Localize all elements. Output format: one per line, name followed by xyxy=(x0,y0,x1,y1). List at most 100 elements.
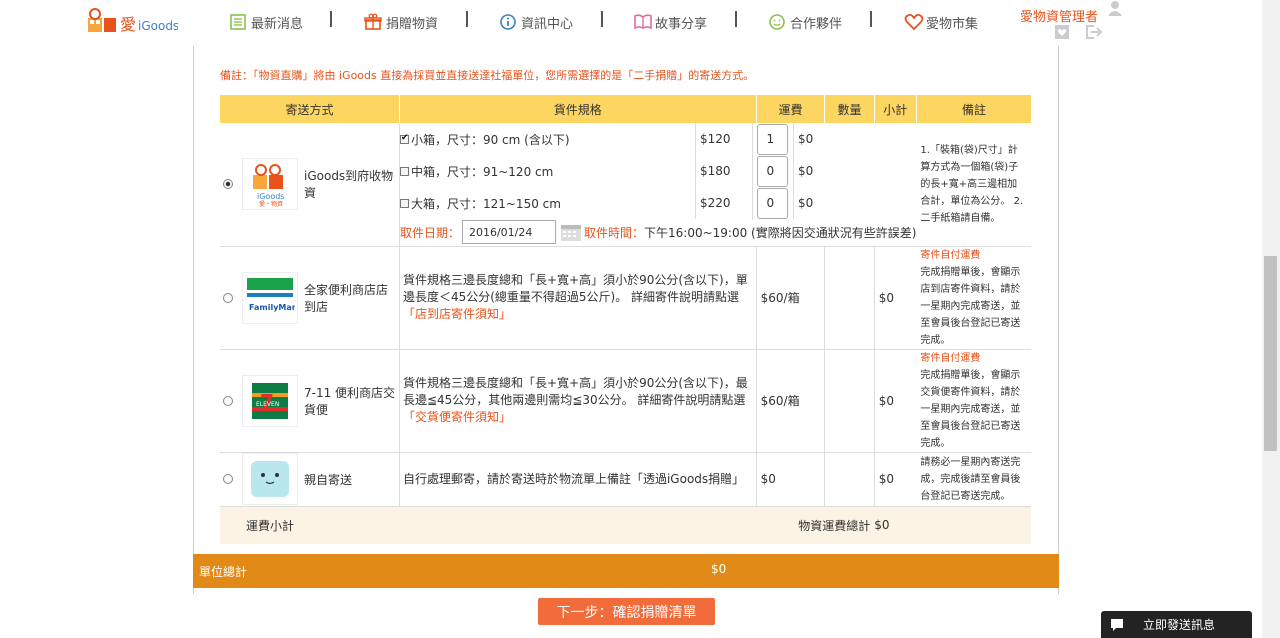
svg-text:愛: 愛 xyxy=(120,15,136,34)
remark-title: 寄件自付運費 xyxy=(920,352,981,364)
method-radio-familymart[interactable] xyxy=(223,292,233,303)
nav-label: 合作夥伴 xyxy=(790,16,843,32)
scrollbar-thumb[interactable] xyxy=(1264,256,1277,451)
spec-description: 貨件規格三邊長度總和「長+寬+高」須小於90公分(含以下)，單邊長度＜45公分(… xyxy=(402,273,748,304)
book-icon xyxy=(633,13,652,31)
mascot-logo xyxy=(242,453,298,505)
freight-total-value: $0 xyxy=(874,506,917,544)
subtotal-value: $0 xyxy=(797,196,814,211)
method-radio-711[interactable] xyxy=(223,395,233,406)
nav-divider xyxy=(735,11,737,27)
pickup-time-label: 取件時間： xyxy=(583,225,644,240)
method-radio-igoods[interactable] xyxy=(223,179,233,190)
nav-divider xyxy=(870,11,872,27)
nav-label: 愛物市集 xyxy=(926,16,979,32)
familymart-logo: FamilyMart xyxy=(242,271,298,324)
remark-title: 寄件自付運費 xyxy=(920,249,981,261)
remark-text: 1.「裝箱(袋)尺寸」計算方式為一個箱(袋)子的長+寬+高三邊相加合計，單位為公… xyxy=(920,144,1024,224)
nav-label: 捐贈物資 xyxy=(386,16,439,32)
freight-price: $220 xyxy=(699,196,731,211)
method-label: 親自寄送 xyxy=(304,472,353,487)
subtotal-value: $0 xyxy=(874,452,917,507)
news-icon xyxy=(229,13,247,31)
quantity-input[interactable]: 0 xyxy=(757,187,789,219)
freight-total-label: 物資運費總計 xyxy=(399,506,875,544)
nav-info[interactable]: 資訊中心 xyxy=(499,10,573,34)
remark-text: 完成捐贈單後，會顯示店到店寄件資料，請於一星期內完成寄送，並至會員後台登記已寄送… xyxy=(920,266,1021,346)
unit-total-label: 單位總計 xyxy=(199,565,248,579)
nav-divider xyxy=(601,11,603,27)
freight-subtotal-row: 運費小計 物資運費總計 $0 xyxy=(220,506,1031,544)
table-row: 親自寄送 自行處理郵寄，請於寄送時於物流單上備註「透過iGoods捐贈」 $0 … xyxy=(220,452,1031,507)
table-row: 7 ELEVEN 7-11 便利商店交貨便 貨件規格三邊長度總和「長+寬+高」須小… xyxy=(220,349,1031,453)
nav-market[interactable]: 愛物市集 xyxy=(904,10,978,34)
user-icon[interactable] xyxy=(1107,0,1123,20)
nav-divider xyxy=(330,11,332,27)
nav-divider xyxy=(466,11,468,27)
table-row: FamilyMart 全家便利商店店到店 貨件規格三邊長度總和「長+寬+高」須小… xyxy=(220,246,1031,350)
col-header-spec: 貨件規格 xyxy=(399,95,757,123)
freight-price: $0 xyxy=(756,452,826,507)
chat-label: 立即發送訊息 xyxy=(1143,618,1216,632)
nav-news[interactable]: 最新消息 xyxy=(229,10,303,34)
logout-icon[interactable] xyxy=(1085,24,1103,44)
gift-icon xyxy=(364,13,382,31)
familymart-guide-link[interactable]: 「店到店寄件須知」 xyxy=(403,307,511,321)
remark-text: 完成捐贈單後，會顯示交貨便寄件資料，請於一星期內完成寄送，並至會員後台登記已寄送… xyxy=(920,369,1021,449)
col-header-method: 寄送方式 xyxy=(220,95,400,123)
remark-text: 請務必一星期內寄送完成，完成後請至會員後台登記已寄送完成。 xyxy=(920,456,1021,502)
spec-description: 自行處理郵寄，請於寄送時於物流單上備註「透過iGoods捐贈」 xyxy=(402,471,745,486)
quantity-input[interactable]: 0 xyxy=(757,155,789,187)
nav-donate[interactable]: 捐贈物資 xyxy=(364,10,438,34)
igoods-logo: iGoods 愛・物資 xyxy=(242,158,298,211)
spec-description: 貨件規格三邊長度總和「長+寬+高」須小於90公分(含以下)，最長邊≦45公分，其… xyxy=(402,376,748,407)
pickup-time-value: 下午16:00~19:00 (實際將因交通狀況有些許誤差) xyxy=(644,225,917,240)
col-header-remark: 備註 xyxy=(916,95,1031,123)
table-row: iGoods愛・物資 iGoods到府收物資 小箱，尺寸：90 cm (含以下)… xyxy=(220,123,1031,247)
svg-text:ELEVEN: ELEVEN xyxy=(256,401,279,408)
shipping-note: 備註：「物資直購」將由 iGoods 直接為採買並直接送達社福單位，您所需選擇的… xyxy=(220,69,755,82)
chat-button[interactable]: 立即發送訊息 xyxy=(1101,611,1252,638)
calendar-icon[interactable] xyxy=(560,222,582,242)
pickup-date-input[interactable]: 2016/01/24 xyxy=(461,220,556,245)
nav-label: 資訊中心 xyxy=(521,16,574,32)
heart-icon xyxy=(904,13,924,31)
svg-text:愛・物資: 愛・物資 xyxy=(259,200,283,207)
spec-checkbox[interactable] xyxy=(399,133,409,144)
svg-text:iGoods: iGoods xyxy=(257,192,284,201)
method-label: 全家便利商店店到店 xyxy=(304,282,389,314)
igoods-logo[interactable]: 愛 iGoods xyxy=(86,6,179,38)
seven-eleven-logo: 7 ELEVEN xyxy=(242,374,298,427)
spec-label: 中箱，尺寸：91~120 cm xyxy=(410,164,554,179)
table-header-row: 寄送方式 貨件規格 運費 數量 小計 備註 xyxy=(220,95,1031,123)
spec-option-small[interactable]: 小箱，尺寸：90 cm (含以下) xyxy=(399,123,695,155)
next-step-button[interactable]: 下一步：確認捐贈清單 xyxy=(538,598,715,625)
spec-checkbox[interactable] xyxy=(399,198,409,208)
shipping-table: 寄送方式 貨件規格 運費 數量 小計 備註 iGoods 愛・物資 iGoods到… xyxy=(220,95,1031,544)
freight-price: $120 xyxy=(699,132,731,147)
pickup-date-label: 取件日期： xyxy=(399,225,460,240)
spec-option-medium[interactable]: 中箱，尺寸：91~120 cm xyxy=(399,155,695,187)
quantity-input[interactable]: 1 xyxy=(757,123,789,155)
spec-label: 大箱，尺寸：121~150 cm xyxy=(410,196,561,211)
subtotal-value: $0 xyxy=(797,132,814,147)
spec-label: 小箱，尺寸：90 cm (含以下) xyxy=(410,132,570,147)
nav-label: 最新消息 xyxy=(251,16,304,32)
subtotal-value: $0 xyxy=(874,246,917,350)
seven-eleven-guide-link[interactable]: 「交貨便寄件須知」 xyxy=(403,410,511,424)
freight-price: $180 xyxy=(699,164,731,179)
method-radio-self[interactable] xyxy=(223,474,233,484)
chat-icon xyxy=(1109,617,1125,633)
spec-checkbox[interactable] xyxy=(399,166,409,176)
admin-name[interactable]: 愛物資管理者 xyxy=(1020,6,1098,25)
subtotal-label: 運費小計 xyxy=(220,506,400,544)
spec-option-large[interactable]: 大箱，尺寸：121~150 cm xyxy=(399,187,695,219)
heart-box-icon[interactable] xyxy=(1054,24,1070,44)
freight-price: $60/箱 xyxy=(756,246,826,350)
svg-text:iGoods: iGoods xyxy=(138,19,178,33)
nav-partners[interactable]: 合作夥伴 xyxy=(768,10,842,34)
nav-stories[interactable]: 故事分享 xyxy=(633,10,707,34)
subtotal-value: $0 xyxy=(797,164,814,179)
col-header-qty: 數量 xyxy=(824,95,875,123)
info-icon xyxy=(499,13,517,31)
